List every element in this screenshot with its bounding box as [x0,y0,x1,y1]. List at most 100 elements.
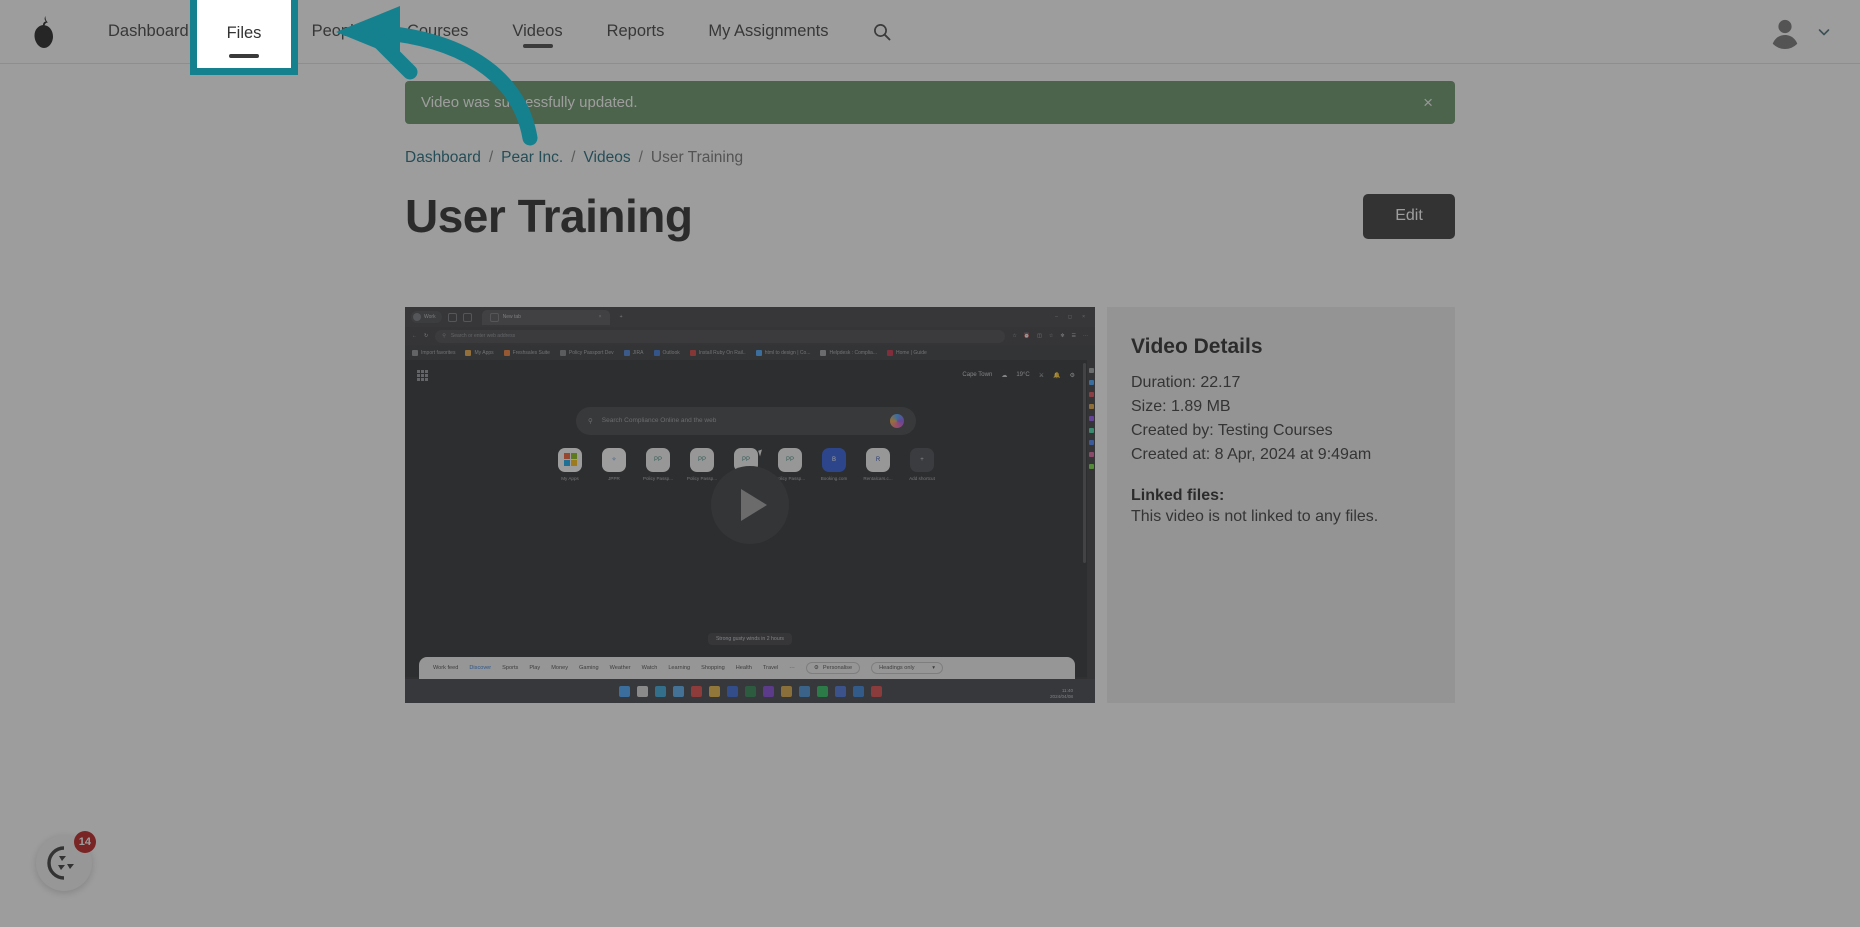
thumb-bookmark: Home | Guide [887,349,927,356]
thumb-window-controls: – ◻ × [1055,314,1089,320]
thumb-taskbar-app5-icon [834,685,846,697]
nav-search-button[interactable] [850,22,910,42]
page-title: User Training [405,190,693,242]
page-header-row: User Training Edit [405,189,1455,243]
thumb-app-launcher-icon [417,370,428,381]
thumb-shortcut-icon: PP [646,447,670,472]
thumb-profile-avatar-icon [413,313,421,321]
thumb-close-icon: × [1082,314,1085,320]
thumb-location-label: Cape Town [962,372,993,379]
play-button[interactable] [711,466,789,544]
thumb-personalise-icon: ⚙ [813,665,819,671]
thumb-reload-icon: ↻ [424,333,429,339]
thumb-profile-chip: Work [411,311,442,323]
details-created-at: Created at: 8 Apr, 2024 at 9:49am [1131,446,1372,463]
thumb-url-bar: ← ↻ ⚲ Search or enter web address ☆ ⏰ ◫ … [405,327,1095,345]
thumb-minimize-icon: – [1055,314,1058,320]
thumb-weather-toast: Strong gusty winds in 2 hours [405,633,1095,645]
nav-label: Courses [406,22,469,40]
thumb-shortcut: PP Policy Passp... [774,447,806,481]
thumb-page-top: Cape Town ☁ 19°C ⚔ 🔔 ⚙ [405,360,1087,391]
thumb-taskbar-app3-icon [798,685,810,697]
thumb-bookmark: My Apps [465,349,494,356]
breadcrumb-item-dashboard[interactable]: Dashboard [405,149,481,167]
thumb-shortcut: PP Policy Passp... [686,447,718,481]
thumb-browser-essentials-icon: ☰ [1071,333,1076,339]
thumb-shortcut-icon [558,447,582,472]
breadcrumb-item-videos[interactable]: Videos [583,149,630,167]
nav-item-reports[interactable]: Reports [585,0,687,64]
thumb-search-box: ⚲ Search Compliance Online and the web [576,406,916,435]
chat-widget-button[interactable]: 14 [36,831,96,891]
thumb-bookmark: Install Ruby On Rail.. [689,349,746,356]
thumb-shortcut-icon: R [866,447,890,472]
user-avatar[interactable] [1768,15,1802,49]
thumb-feed-tab: Travel [762,665,779,671]
thumb-feed-overflow-icon: ··· [789,665,795,671]
play-icon [740,489,767,521]
thumb-feed-tab: Gaming [579,665,599,671]
thumb-history-icon: ⏰ [1023,333,1031,339]
thumb-collections-icon: ◫ [1037,333,1042,339]
thumb-feed-tabs: Work feed Discover Sports Play Money Gam… [419,657,1075,679]
alert-close-button[interactable]: × [1417,90,1439,115]
thumb-feed-tab: Health [735,665,752,671]
thumb-taskbar-teams-icon [672,685,684,697]
thumb-status-group: Cape Town ☁ 19°C ⚔ 🔔 ⚙ [962,372,1075,379]
thumb-taskbar-word-icon [726,685,738,697]
details-created-by: Created by: Testing Courses [1131,422,1333,439]
nav-item-people[interactable]: People [290,0,385,64]
alert-message: Video was successfully updated. [421,94,638,111]
thumb-profile-label: Work [424,314,436,320]
nav-item-my-assignments[interactable]: My Assignments [686,0,850,64]
thumb-shortcut-icon: PP [778,447,802,472]
thumb-bookmark: Freshsales Suite [503,349,550,356]
thumb-scrollbar [1083,363,1086,563]
thumb-shortcut-icon: PP [690,447,714,472]
top-navigation-bar: Dashboard Files People Courses Videos Re… [0,0,1860,64]
thumb-favorite-icon: ☆ [1012,333,1017,339]
thumb-shortcut: B Booking.com [818,447,850,481]
thumb-tab-actions-icon [462,312,472,322]
thumb-shortcut: PP Policy Passp... [642,447,674,481]
nav-item-courses[interactable]: Courses [385,0,490,64]
nav-label: Videos [512,22,563,40]
thumb-rewards-icon: ⚔ [1038,372,1045,379]
thumb-browser-tab: New tab × [481,309,610,325]
thumb-taskbar-explorer-icon [636,685,648,697]
brand-logo[interactable] [0,15,86,49]
chevron-down-icon[interactable] [1816,24,1832,40]
search-icon [874,23,891,40]
nav-items: Dashboard Files People Courses Videos Re… [86,0,910,64]
thumb-address-placeholder: Search or enter web address [450,333,516,339]
thumb-headings-select: Headings only ▾ [871,662,944,674]
thumb-bookmark: Policy Passport Dev [559,349,614,356]
nav-item-files[interactable]: Files [211,0,290,64]
thumb-bookmarks-bar: Import favorites My Apps Freshsales Suit… [405,345,1095,360]
edit-button[interactable]: Edit [1363,193,1455,239]
thumb-search-placeholder: Search Compliance Online and the web [601,417,717,424]
thumb-taskbar-files-icon [708,685,720,697]
thumb-clock: 11:40 2024/04/08 [1050,687,1073,699]
thumb-back-icon: ← [412,333,417,339]
nav-item-videos[interactable]: Videos [490,0,584,64]
thumb-browser-tabbar: Work New tab × + – ◻ × [405,307,1095,327]
thumb-address-field: ⚲ Search or enter web address [435,329,1006,343]
thumb-feed-tab: Work feed [433,665,459,671]
thumb-weather-icon: ☁ [1001,372,1008,379]
thumb-shortcut: My Apps [554,447,586,481]
thumb-bookmark: JIRA [623,349,644,356]
nav-item-dashboard[interactable]: Dashboard [86,0,211,64]
thumb-search-row: ⚲ Search Compliance Online and the web [405,406,1087,435]
thumb-taskbar-onenote-icon [762,685,774,697]
thumb-bookmark: Outlook [653,349,680,356]
chat-unread-badge: 14 [73,831,96,853]
nav-label: Files [232,22,268,40]
breadcrumb-item-pear-inc[interactable]: Pear Inc. [501,149,563,167]
thumb-maximize-icon: ◻ [1067,314,1073,320]
thumb-feed-tab: Play [529,665,541,671]
success-alert: Video was successfully updated. × [405,81,1455,124]
thumb-tab-close-icon: × [598,314,602,320]
video-player[interactable]: Work New tab × + – ◻ × ← ↻ ⚲ Search or e… [405,307,1095,703]
thumb-taskbar-start-icon [618,685,630,697]
